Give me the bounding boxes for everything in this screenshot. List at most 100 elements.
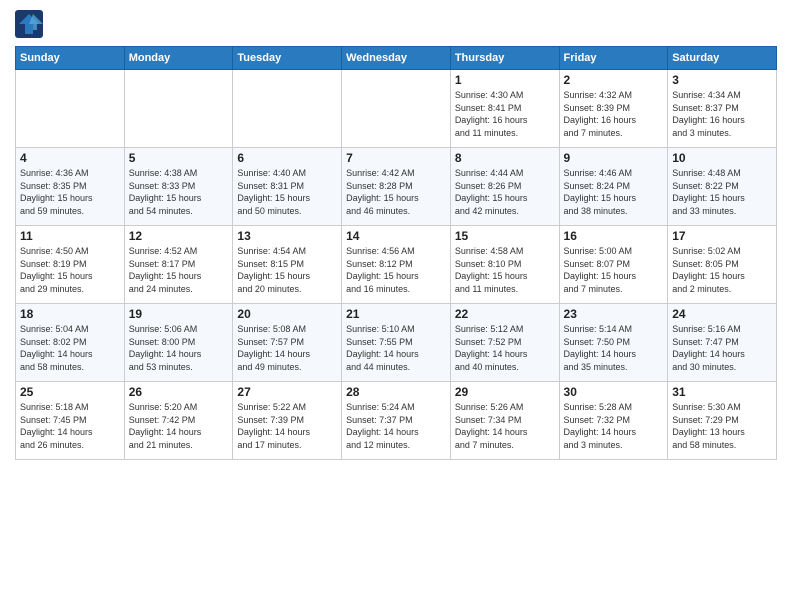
day-info: Sunrise: 4:36 AM Sunset: 8:35 PM Dayligh… xyxy=(20,167,120,217)
day-info: Sunrise: 4:38 AM Sunset: 8:33 PM Dayligh… xyxy=(129,167,229,217)
day-cell: 3Sunrise: 4:34 AM Sunset: 8:37 PM Daylig… xyxy=(668,70,777,148)
day-info: Sunrise: 5:26 AM Sunset: 7:34 PM Dayligh… xyxy=(455,401,555,451)
weekday-sunday: Sunday xyxy=(16,47,125,70)
day-number: 15 xyxy=(455,229,555,243)
day-cell: 14 Sunrise: 4:56 AM Sunset: 8:12 PM Dayli… xyxy=(342,226,451,304)
day-info: Sunrise: 5:18 AM Sunset: 7:45 PM Dayligh… xyxy=(20,401,120,451)
day-info: Sunrise: 5:08 AM Sunset: 7:57 PM Dayligh… xyxy=(237,323,337,373)
day-cell: 2Sunrise: 4:32 AM Sunset: 8:39 PM Daylig… xyxy=(559,70,668,148)
day-number: 26 xyxy=(129,385,229,399)
day-info: Sunrise: 4:32 AM Sunset: 8:39 PM Dayligh… xyxy=(564,89,664,139)
day-number: 7 xyxy=(346,151,446,165)
day-cell: 9 Sunrise: 4:46 AM Sunset: 8:24 PM Daylig… xyxy=(559,148,668,226)
day-info: Sunrise: 5:10 AM Sunset: 7:55 PM Dayligh… xyxy=(346,323,446,373)
day-number: 24 xyxy=(672,307,772,321)
day-cell: 29 Sunrise: 5:26 AM Sunset: 7:34 PM Dayli… xyxy=(450,382,559,460)
day-cell: 31 Sunrise: 5:30 AM Sunset: 7:29 PM Dayli… xyxy=(668,382,777,460)
day-number: 13 xyxy=(237,229,337,243)
day-info: Sunrise: 5:04 AM Sunset: 8:02 PM Dayligh… xyxy=(20,323,120,373)
calendar-table: SundayMondayTuesdayWednesdayThursdayFrid… xyxy=(15,46,777,460)
day-info: Sunrise: 5:02 AM Sunset: 8:05 PM Dayligh… xyxy=(672,245,772,295)
day-number: 18 xyxy=(20,307,120,321)
day-number: 28 xyxy=(346,385,446,399)
day-cell: 10 Sunrise: 4:48 AM Sunset: 8:22 PM Dayli… xyxy=(668,148,777,226)
day-cell: 20Sunrise: 5:08 AM Sunset: 7:57 PM Dayli… xyxy=(233,304,342,382)
day-cell: 24 Sunrise: 5:16 AM Sunset: 7:47 PM Dayli… xyxy=(668,304,777,382)
day-info: Sunrise: 4:40 AM Sunset: 8:31 PM Dayligh… xyxy=(237,167,337,217)
day-info: Sunrise: 4:48 AM Sunset: 8:22 PM Dayligh… xyxy=(672,167,772,217)
day-number: 17 xyxy=(672,229,772,243)
day-info: Sunrise: 5:00 AM Sunset: 8:07 PM Dayligh… xyxy=(564,245,664,295)
day-cell: 13 Sunrise: 4:54 AM Sunset: 8:15 PM Dayli… xyxy=(233,226,342,304)
day-number: 10 xyxy=(672,151,772,165)
day-info: Sunrise: 4:44 AM Sunset: 8:26 PM Dayligh… xyxy=(455,167,555,217)
day-cell: 17 Sunrise: 5:02 AM Sunset: 8:05 PM Dayli… xyxy=(668,226,777,304)
day-number: 19 xyxy=(129,307,229,321)
day-info: Sunrise: 5:06 AM Sunset: 8:00 PM Dayligh… xyxy=(129,323,229,373)
day-info: Sunrise: 4:52 AM Sunset: 8:17 PM Dayligh… xyxy=(129,245,229,295)
day-info: Sunrise: 5:16 AM Sunset: 7:47 PM Dayligh… xyxy=(672,323,772,373)
logo xyxy=(15,10,47,38)
day-cell: 28 Sunrise: 5:24 AM Sunset: 7:37 PM Dayli… xyxy=(342,382,451,460)
day-info: Sunrise: 5:28 AM Sunset: 7:32 PM Dayligh… xyxy=(564,401,664,451)
day-number: 27 xyxy=(237,385,337,399)
day-info: Sunrise: 5:30 AM Sunset: 7:29 PM Dayligh… xyxy=(672,401,772,451)
day-cell: 18 Sunrise: 5:04 AM Sunset: 8:02 PM Dayli… xyxy=(16,304,125,382)
day-number: 21 xyxy=(346,307,446,321)
day-cell: 15 Sunrise: 4:58 AM Sunset: 8:10 PM Dayli… xyxy=(450,226,559,304)
day-info: Sunrise: 5:20 AM Sunset: 7:42 PM Dayligh… xyxy=(129,401,229,451)
day-number: 31 xyxy=(672,385,772,399)
day-cell: 6Sunrise: 4:40 AM Sunset: 8:31 PM Daylig… xyxy=(233,148,342,226)
day-info: Sunrise: 4:56 AM Sunset: 8:12 PM Dayligh… xyxy=(346,245,446,295)
week-row-4: 18 Sunrise: 5:04 AM Sunset: 8:02 PM Dayli… xyxy=(16,304,777,382)
day-number: 5 xyxy=(129,151,229,165)
day-info: Sunrise: 5:22 AM Sunset: 7:39 PM Dayligh… xyxy=(237,401,337,451)
day-info: Sunrise: 4:30 AM Sunset: 8:41 PM Dayligh… xyxy=(455,89,555,139)
weekday-wednesday: Wednesday xyxy=(342,47,451,70)
day-info: Sunrise: 4:58 AM Sunset: 8:10 PM Dayligh… xyxy=(455,245,555,295)
week-row-2: 4 Sunrise: 4:36 AM Sunset: 8:35 PM Daylig… xyxy=(16,148,777,226)
weekday-saturday: Saturday xyxy=(668,47,777,70)
day-info: Sunrise: 4:34 AM Sunset: 8:37 PM Dayligh… xyxy=(672,89,772,139)
day-cell: 19 Sunrise: 5:06 AM Sunset: 8:00 PM Dayli… xyxy=(124,304,233,382)
day-info: Sunrise: 5:24 AM Sunset: 7:37 PM Dayligh… xyxy=(346,401,446,451)
day-info: Sunrise: 4:42 AM Sunset: 8:28 PM Dayligh… xyxy=(346,167,446,217)
day-number: 25 xyxy=(20,385,120,399)
week-row-1: 1Sunrise: 4:30 AM Sunset: 8:41 PM Daylig… xyxy=(16,70,777,148)
day-number: 29 xyxy=(455,385,555,399)
week-row-3: 11 Sunrise: 4:50 AM Sunset: 8:19 PM Dayli… xyxy=(16,226,777,304)
day-cell: 26 Sunrise: 5:20 AM Sunset: 7:42 PM Dayli… xyxy=(124,382,233,460)
day-number: 4 xyxy=(20,151,120,165)
day-number: 14 xyxy=(346,229,446,243)
day-cell xyxy=(124,70,233,148)
weekday-header-row: SundayMondayTuesdayWednesdayThursdayFrid… xyxy=(16,47,777,70)
day-info: Sunrise: 4:46 AM Sunset: 8:24 PM Dayligh… xyxy=(564,167,664,217)
day-cell: 11 Sunrise: 4:50 AM Sunset: 8:19 PM Dayli… xyxy=(16,226,125,304)
day-cell: 27 Sunrise: 5:22 AM Sunset: 7:39 PM Dayli… xyxy=(233,382,342,460)
weekday-thursday: Thursday xyxy=(450,47,559,70)
day-number: 22 xyxy=(455,307,555,321)
day-cell: 16Sunrise: 5:00 AM Sunset: 8:07 PM Dayli… xyxy=(559,226,668,304)
day-cell: 21 Sunrise: 5:10 AM Sunset: 7:55 PM Dayli… xyxy=(342,304,451,382)
day-number: 9 xyxy=(564,151,664,165)
weekday-tuesday: Tuesday xyxy=(233,47,342,70)
day-info: Sunrise: 4:50 AM Sunset: 8:19 PM Dayligh… xyxy=(20,245,120,295)
week-row-5: 25 Sunrise: 5:18 AM Sunset: 7:45 PM Dayli… xyxy=(16,382,777,460)
day-number: 23 xyxy=(564,307,664,321)
day-cell xyxy=(342,70,451,148)
day-number: 11 xyxy=(20,229,120,243)
day-cell: 5 Sunrise: 4:38 AM Sunset: 8:33 PM Daylig… xyxy=(124,148,233,226)
day-number: 8 xyxy=(455,151,555,165)
day-cell xyxy=(16,70,125,148)
logo-icon xyxy=(15,10,43,38)
day-info: Sunrise: 5:14 AM Sunset: 7:50 PM Dayligh… xyxy=(564,323,664,373)
day-cell: 23 Sunrise: 5:14 AM Sunset: 7:50 PM Dayli… xyxy=(559,304,668,382)
day-cell: 12Sunrise: 4:52 AM Sunset: 8:17 PM Dayli… xyxy=(124,226,233,304)
day-cell: 22Sunrise: 5:12 AM Sunset: 7:52 PM Dayli… xyxy=(450,304,559,382)
header xyxy=(15,10,777,38)
weekday-friday: Friday xyxy=(559,47,668,70)
day-cell: 8 Sunrise: 4:44 AM Sunset: 8:26 PM Daylig… xyxy=(450,148,559,226)
day-number: 30 xyxy=(564,385,664,399)
day-info: Sunrise: 4:54 AM Sunset: 8:15 PM Dayligh… xyxy=(237,245,337,295)
day-cell: 1Sunrise: 4:30 AM Sunset: 8:41 PM Daylig… xyxy=(450,70,559,148)
